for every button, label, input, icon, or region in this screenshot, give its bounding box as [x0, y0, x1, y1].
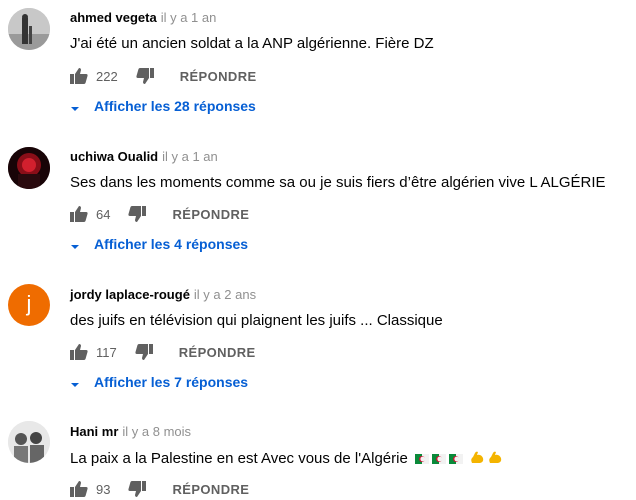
avatar[interactable]	[8, 421, 50, 463]
like-icon[interactable]	[70, 206, 88, 222]
chevron-down-icon	[70, 239, 80, 249]
dislike-icon[interactable]	[128, 206, 147, 222]
author-name[interactable]: uchiwa Oualid	[70, 149, 158, 164]
like-icon[interactable]	[70, 344, 88, 360]
author-name[interactable]: jordy laplace-rougé	[70, 287, 190, 302]
like-count: 93	[96, 481, 111, 497]
algeria-flag-icon	[448, 451, 463, 464]
comment-text: des juifs en télévision qui plaignent le…	[70, 312, 443, 329]
dislike-icon[interactable]	[135, 344, 153, 360]
comment-timestamp[interactable]: il y a 2 ans	[194, 287, 256, 302]
avatar[interactable]	[8, 147, 50, 189]
reply-button[interactable]: RÉPONDRE	[180, 69, 257, 84]
reply-button[interactable]: RÉPONDRE	[172, 207, 249, 222]
view-replies-label: Afficher les 7 réponses	[94, 374, 249, 390]
comment-text-content: La paix a la Palestine en est Avec vous …	[70, 450, 408, 467]
chevron-down-icon	[70, 101, 80, 111]
comment-text: La paix a la Palestine en est Avec vous …	[70, 449, 503, 469]
flexed-biceps-icon	[469, 449, 485, 469]
comment-actions: 117 RÉPONDRE	[70, 342, 256, 362]
comment-header: ahmed vegeta il y a 1 an	[70, 10, 216, 25]
avatar-letter: j	[26, 290, 32, 316]
author-name[interactable]: Hani mr	[70, 424, 118, 439]
algeria-flag-icon	[431, 451, 446, 464]
chevron-down-icon	[70, 377, 80, 387]
comment-timestamp[interactable]: il y a 1 an	[161, 10, 217, 25]
like-icon[interactable]	[70, 481, 88, 497]
comment-timestamp[interactable]: il y a 1 an	[162, 149, 218, 164]
like-count: 222	[96, 68, 118, 84]
comment-timestamp[interactable]: il y a 8 mois	[122, 424, 191, 439]
view-replies-button[interactable]: Afficher les 4 réponses	[70, 236, 248, 252]
comment-text: J'ai été un ancien soldat a la ANP algér…	[70, 35, 434, 52]
reply-button[interactable]: RÉPONDRE	[172, 482, 249, 497]
author-name[interactable]: ahmed vegeta	[70, 10, 157, 25]
like-count: 117	[96, 344, 117, 360]
view-replies-label: Afficher les 4 réponses	[94, 236, 249, 252]
comment-actions: 93 RÉPONDRE	[70, 479, 249, 499]
view-replies-button[interactable]: Afficher les 28 réponses	[70, 98, 256, 114]
dislike-icon[interactable]	[136, 68, 154, 84]
avatar[interactable]	[8, 8, 50, 50]
comment-actions: 222 RÉPONDRE	[70, 66, 257, 86]
comment-header: uchiwa Oualid il y a 1 an	[70, 149, 218, 164]
dislike-icon[interactable]	[128, 481, 147, 497]
flexed-biceps-icon	[487, 449, 503, 469]
view-replies-button[interactable]: Afficher les 7 réponses	[70, 374, 248, 390]
comment-header: jordy laplace-rougé il y a 2 ans	[70, 287, 256, 302]
like-icon[interactable]	[70, 68, 88, 84]
reply-button[interactable]: RÉPONDRE	[179, 345, 256, 360]
comment-actions: 64 RÉPONDRE	[70, 204, 249, 224]
comment-header: Hani mr il y a 8 mois	[70, 424, 191, 439]
algeria-flag-icon	[414, 451, 429, 464]
like-count: 64	[96, 206, 111, 222]
avatar[interactable]: j	[8, 284, 50, 326]
view-replies-label: Afficher les 28 réponses	[94, 98, 256, 114]
comment-text: Ses dans les moments comme sa ou je suis…	[70, 174, 606, 191]
